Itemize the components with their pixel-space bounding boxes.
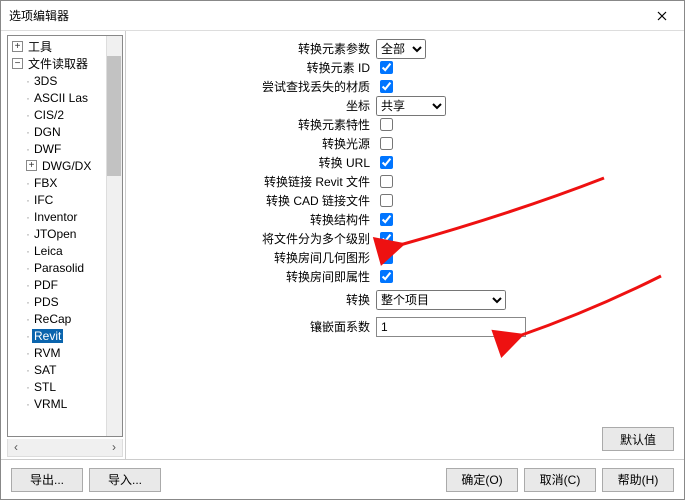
tree-node-revit[interactable]: ·Revit (8, 327, 122, 344)
checkbox-lights[interactable] (380, 137, 393, 150)
label-element-props: 转换元素特性 (126, 116, 376, 133)
ok-button[interactable]: 确定(O) (446, 468, 518, 492)
tree-label: ASCII Las (32, 91, 90, 105)
tree-node-pdf[interactable]: ·PDF (8, 276, 122, 293)
label-room-attr: 转换房间即属性 (126, 268, 376, 285)
checkbox-element-id[interactable] (380, 61, 393, 74)
tree-node-cis2[interactable]: ·CIS/2 (8, 106, 122, 123)
checkbox-linked-cad[interactable] (380, 194, 393, 207)
tree-node-rvm[interactable]: ·RVM (8, 344, 122, 361)
label-structural: 转换结构件 (126, 211, 376, 228)
tree-label: CIS/2 (32, 108, 66, 122)
tree-node-sat[interactable]: ·SAT (8, 361, 122, 378)
tree-node-ascii-laser[interactable]: ·ASCII Las (8, 89, 122, 106)
tree-node-pds[interactable]: ·PDS (8, 293, 122, 310)
import-button[interactable]: 导入... (89, 468, 161, 492)
tree-label: Inventor (32, 210, 79, 224)
tree-horizontal-scrollbar[interactable]: ‹ › (7, 439, 123, 457)
label-faceting: 镶嵌面系数 (126, 318, 376, 335)
tree-label: DWF (32, 142, 63, 156)
tree-label: Parasolid (32, 261, 86, 275)
tree-node-leica[interactable]: ·Leica (8, 242, 122, 259)
tree-label: 3DS (32, 74, 59, 88)
tree-node-dwg[interactable]: +DWG/DX (8, 157, 122, 174)
tree-label: FBX (32, 176, 59, 190)
tree-node-inventor[interactable]: ·Inventor (8, 208, 122, 225)
tree-label: SAT (32, 363, 58, 377)
dialog-footer: 导出... 导入... 确定(O) 取消(C) 帮助(H) (1, 459, 684, 499)
label-split-levels: 将文件分为多个级别 (126, 230, 376, 247)
label-element-params: 转换元素参数 (126, 40, 376, 57)
tree-label: 文件读取器 (26, 55, 90, 72)
tree-label: PDF (32, 278, 60, 292)
tree-label: 工具 (26, 38, 54, 55)
defaults-button[interactable]: 默认值 (602, 427, 674, 451)
titlebar: 选项编辑器 (1, 1, 684, 31)
expand-icon[interactable]: + (12, 41, 23, 52)
tree-node-vrml[interactable]: ·VRML (8, 395, 122, 412)
tree-label: ReCap (32, 312, 73, 326)
checkbox-find-missing-mat[interactable] (380, 80, 393, 93)
label-convert: 转换 (126, 291, 376, 308)
tree-node-dwf[interactable]: ·DWF (8, 140, 122, 157)
tree-label: PDS (32, 295, 61, 309)
tree-node-file-readers[interactable]: − 文件读取器 (8, 55, 122, 72)
cancel-button[interactable]: 取消(C) (524, 468, 596, 492)
tree-label: JTOpen (32, 227, 78, 241)
export-button[interactable]: 导出... (11, 468, 83, 492)
tree-label: IFC (32, 193, 55, 207)
tree-node-jtopen[interactable]: ·JTOpen (8, 225, 122, 242)
checkbox-split-levels[interactable] (380, 232, 393, 245)
tree-node-tools[interactable]: + 工具 (8, 38, 122, 55)
sidebar: + 工具 − 文件读取器 ·3DS ·ASCII Las ·CIS/2 ·DGN… (1, 31, 126, 459)
checkbox-linked-revit[interactable] (380, 175, 393, 188)
checkbox-room-geom[interactable] (380, 251, 393, 264)
tree-node-parasolid[interactable]: ·Parasolid (8, 259, 122, 276)
options-editor-window: 选项编辑器 + 工具 − 文件读取器 ·3DS ·ASCII Las (0, 0, 685, 500)
tree-label: STL (32, 380, 58, 394)
tree-node-3ds[interactable]: ·3DS (8, 72, 122, 89)
body: + 工具 − 文件读取器 ·3DS ·ASCII Las ·CIS/2 ·DGN… (1, 31, 684, 459)
input-faceting-factor[interactable] (376, 317, 526, 337)
label-url: 转换 URL (126, 154, 376, 171)
select-coords[interactable]: 共享 (376, 96, 446, 116)
tree-label: VRML (32, 397, 69, 411)
close-button[interactable] (639, 1, 684, 31)
checkbox-structural[interactable] (380, 213, 393, 226)
tree-node-stl[interactable]: ·STL (8, 378, 122, 395)
label-room-geom: 转换房间几何图形 (126, 249, 376, 266)
label-lights: 转换光源 (126, 135, 376, 152)
expand-icon[interactable]: + (26, 160, 37, 171)
label-element-id: 转换元素 ID (126, 59, 376, 76)
select-convert-scope[interactable]: 整个项目 (376, 290, 506, 310)
tree-node-dgn[interactable]: ·DGN (8, 123, 122, 140)
checkbox-url[interactable] (380, 156, 393, 169)
tree-vertical-scrollbar[interactable] (106, 36, 122, 436)
tree-label: DGN (32, 125, 63, 139)
scrollbar-thumb[interactable] (107, 56, 121, 176)
select-element-params[interactable]: 全部 (376, 39, 426, 59)
checkbox-room-attr[interactable] (380, 270, 393, 283)
options-panel: 转换元素参数全部 转换元素 ID 尝试查找丢失的材质 坐标共享 转换元素特性 转… (126, 31, 684, 459)
tree-node-recap[interactable]: ·ReCap (8, 310, 122, 327)
tree-label: Leica (32, 244, 65, 258)
options-tree[interactable]: + 工具 − 文件读取器 ·3DS ·ASCII Las ·CIS/2 ·DGN… (7, 35, 123, 437)
label-find-missing-mat: 尝试查找丢失的材质 (126, 78, 376, 95)
tree-label: Revit (32, 329, 63, 343)
chevron-right-icon[interactable]: › (106, 439, 122, 455)
label-linked-revit: 转换链接 Revit 文件 (126, 173, 376, 190)
help-button[interactable]: 帮助(H) (602, 468, 674, 492)
collapse-icon[interactable]: − (12, 58, 23, 69)
tree-node-fbx[interactable]: ·FBX (8, 174, 122, 191)
label-linked-cad: 转换 CAD 链接文件 (126, 192, 376, 209)
chevron-left-icon[interactable]: ‹ (8, 439, 24, 455)
checkbox-element-props[interactable] (380, 118, 393, 131)
tree-label: RVM (32, 346, 62, 360)
tree-node-ifc[interactable]: ·IFC (8, 191, 122, 208)
tree-label: DWG/DX (40, 159, 93, 173)
close-icon (657, 11, 667, 21)
label-coords: 坐标 (126, 97, 376, 114)
window-title: 选项编辑器 (9, 7, 639, 24)
